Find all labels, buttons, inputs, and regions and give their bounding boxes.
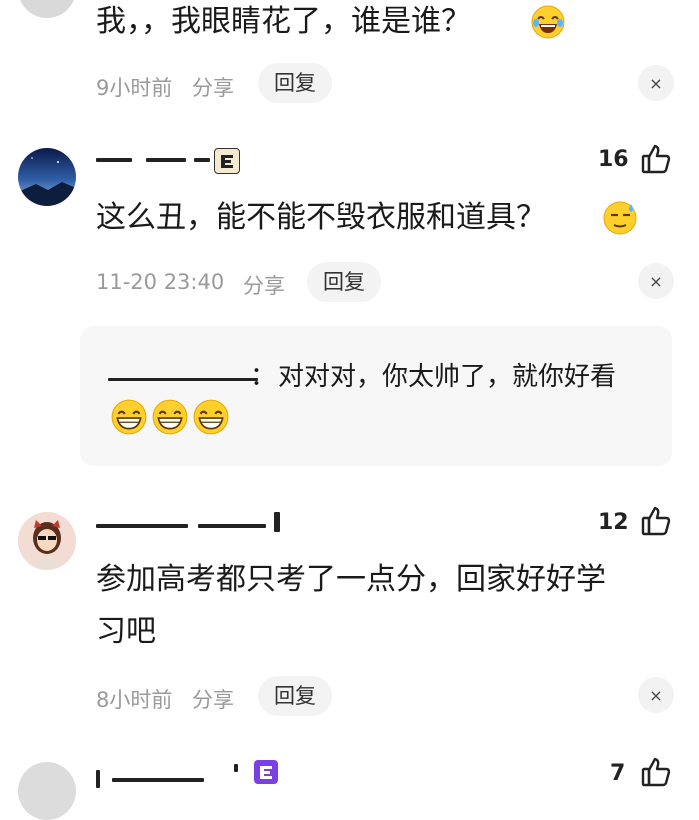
reply-thread-box[interactable]: ： 对对对，你太帅了，就你好看 bbox=[80, 326, 672, 466]
comment-time: 8小时前 bbox=[96, 688, 173, 712]
sweat-emoji bbox=[602, 200, 638, 240]
avatar[interactable] bbox=[18, 762, 76, 820]
like-count: 12 bbox=[598, 510, 629, 535]
reply-button[interactable]: 回复 bbox=[307, 262, 381, 302]
share-button[interactable]: 分享 bbox=[192, 684, 234, 714]
comment-text: 这么丑，能不能不毁衣服和道具？ bbox=[96, 200, 546, 235]
reply-button[interactable]: 回复 bbox=[258, 676, 332, 716]
share-button[interactable]: 分享 bbox=[243, 270, 285, 300]
thumbs-up-icon[interactable] bbox=[640, 505, 672, 541]
grin-emoji bbox=[192, 398, 230, 440]
reply-username-masked[interactable] bbox=[108, 378, 258, 381]
grin-emoji bbox=[151, 398, 189, 440]
user-badge-icon bbox=[214, 148, 240, 174]
laughing-tears-emoji bbox=[530, 4, 566, 44]
close-icon[interactable]: × bbox=[638, 263, 674, 299]
comment-text-line-2: 习吧 bbox=[96, 614, 156, 649]
avatar[interactable] bbox=[18, 512, 76, 570]
comment-text: 我，，我眼睛花了，谁是谁？ bbox=[96, 4, 471, 39]
reply-button[interactable]: 回复 bbox=[258, 63, 332, 103]
avatar[interactable] bbox=[18, 148, 76, 206]
like-count: 7 bbox=[610, 761, 626, 786]
like-count: 16 bbox=[598, 147, 629, 172]
reply-text: 对对对，你太帅了，就你好看 bbox=[278, 362, 617, 392]
comment-time: 11-20 23:40 bbox=[96, 270, 225, 294]
close-icon[interactable]: × bbox=[638, 65, 674, 101]
share-button[interactable]: 分享 bbox=[192, 72, 234, 102]
reply-separator: ： bbox=[250, 362, 277, 392]
thumbs-up-icon[interactable] bbox=[640, 756, 672, 792]
comment-time: 9小时前 bbox=[96, 76, 173, 100]
avatar[interactable] bbox=[18, 0, 76, 18]
close-icon[interactable]: × bbox=[638, 677, 674, 713]
grin-emoji bbox=[110, 398, 148, 440]
comment-text-line-1: 参加高考都只考了一点分，回家好好学 bbox=[96, 562, 606, 597]
user-badge-icon bbox=[254, 760, 278, 784]
thumbs-up-icon[interactable] bbox=[640, 143, 672, 179]
